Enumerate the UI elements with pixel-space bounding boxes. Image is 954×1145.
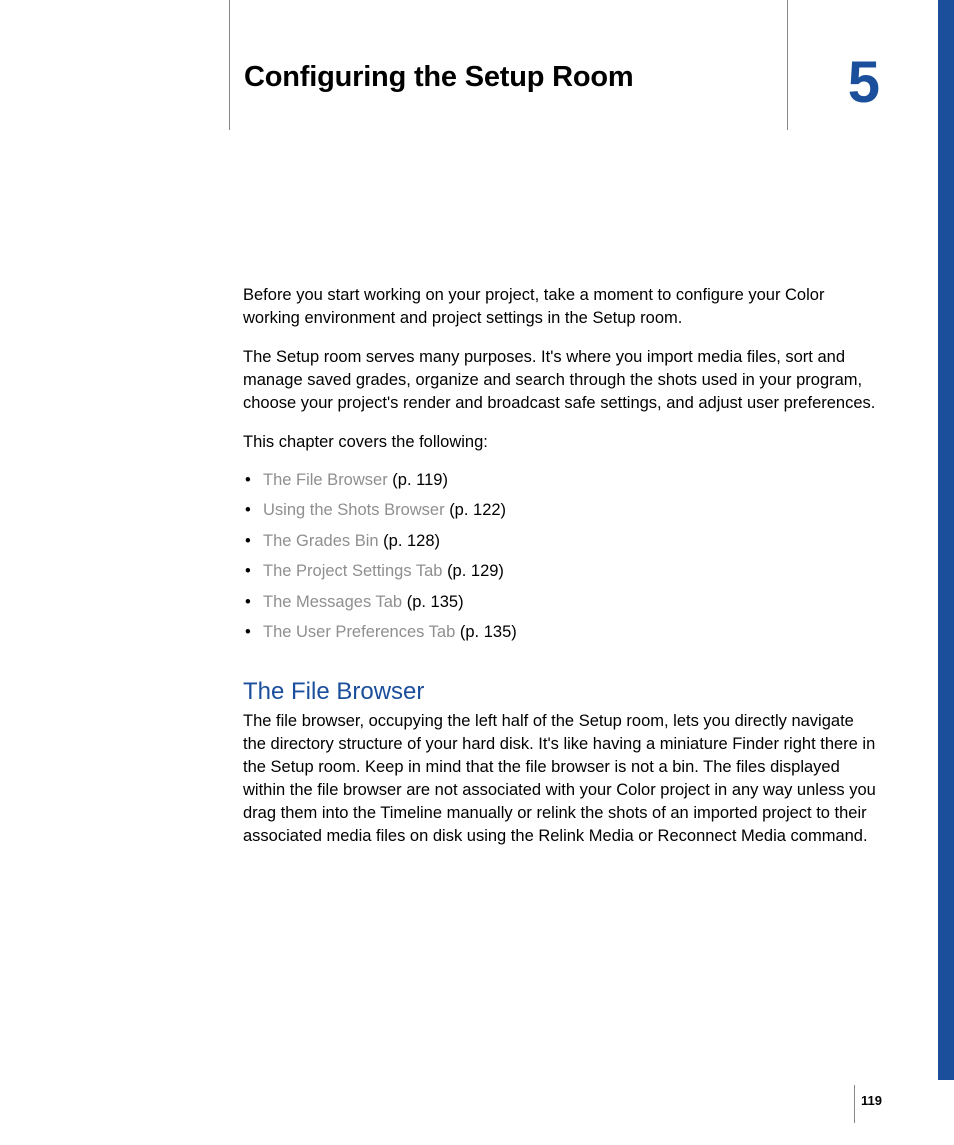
- toc-page-ref: (p. 119): [392, 471, 448, 489]
- chapter-header: Configuring the Setup Room: [229, 0, 889, 130]
- toc-item: The File Browser (p. 119): [243, 465, 878, 496]
- toc-item: The Project Settings Tab (p. 129): [243, 556, 878, 587]
- section-body: The file browser, occupying the left hal…: [243, 710, 878, 849]
- toc-item: The User Preferences Tab (p. 135): [243, 617, 878, 648]
- toc-item: The Messages Tab (p. 135): [243, 587, 878, 618]
- toc-page-ref: (p. 129): [447, 562, 504, 580]
- toc-list: The File Browser (p. 119) Using the Shot…: [243, 465, 878, 648]
- toc-item: Using the Shots Browser (p. 122): [243, 495, 878, 526]
- toc-item: The Grades Bin (p. 128): [243, 526, 878, 557]
- toc-page-ref: (p. 135): [460, 623, 517, 641]
- section-heading-file-browser: The File Browser: [243, 678, 878, 706]
- body-content: Before you start working on your project…: [243, 284, 878, 848]
- toc-link-grades-bin[interactable]: The Grades Bin: [263, 532, 379, 550]
- page-number-rule: [854, 1085, 855, 1123]
- toc-link-messages[interactable]: The Messages Tab: [263, 593, 402, 611]
- document-page: Configuring the Setup Room 5 Before you …: [0, 0, 954, 1145]
- toc-link-project-settings[interactable]: The Project Settings Tab: [263, 562, 442, 580]
- tab-indicator-bar: [938, 0, 954, 1080]
- chapter-number: 5: [848, 54, 880, 112]
- page-number: 119: [861, 1093, 882, 1108]
- toc-page-ref: (p. 128): [383, 532, 440, 550]
- toc-intro: This chapter covers the following:: [243, 431, 878, 454]
- toc-page-ref: (p. 135): [407, 593, 464, 611]
- toc-link-file-browser[interactable]: The File Browser: [263, 471, 388, 489]
- intro-paragraph-2: The Setup room serves many purposes. It'…: [243, 346, 878, 415]
- toc-link-shots-browser[interactable]: Using the Shots Browser: [263, 501, 445, 519]
- toc-link-user-preferences[interactable]: The User Preferences Tab: [263, 623, 455, 641]
- chapter-title: Configuring the Setup Room: [244, 60, 889, 95]
- intro-paragraph-1: Before you start working on your project…: [243, 284, 878, 330]
- toc-page-ref: (p. 122): [449, 501, 506, 519]
